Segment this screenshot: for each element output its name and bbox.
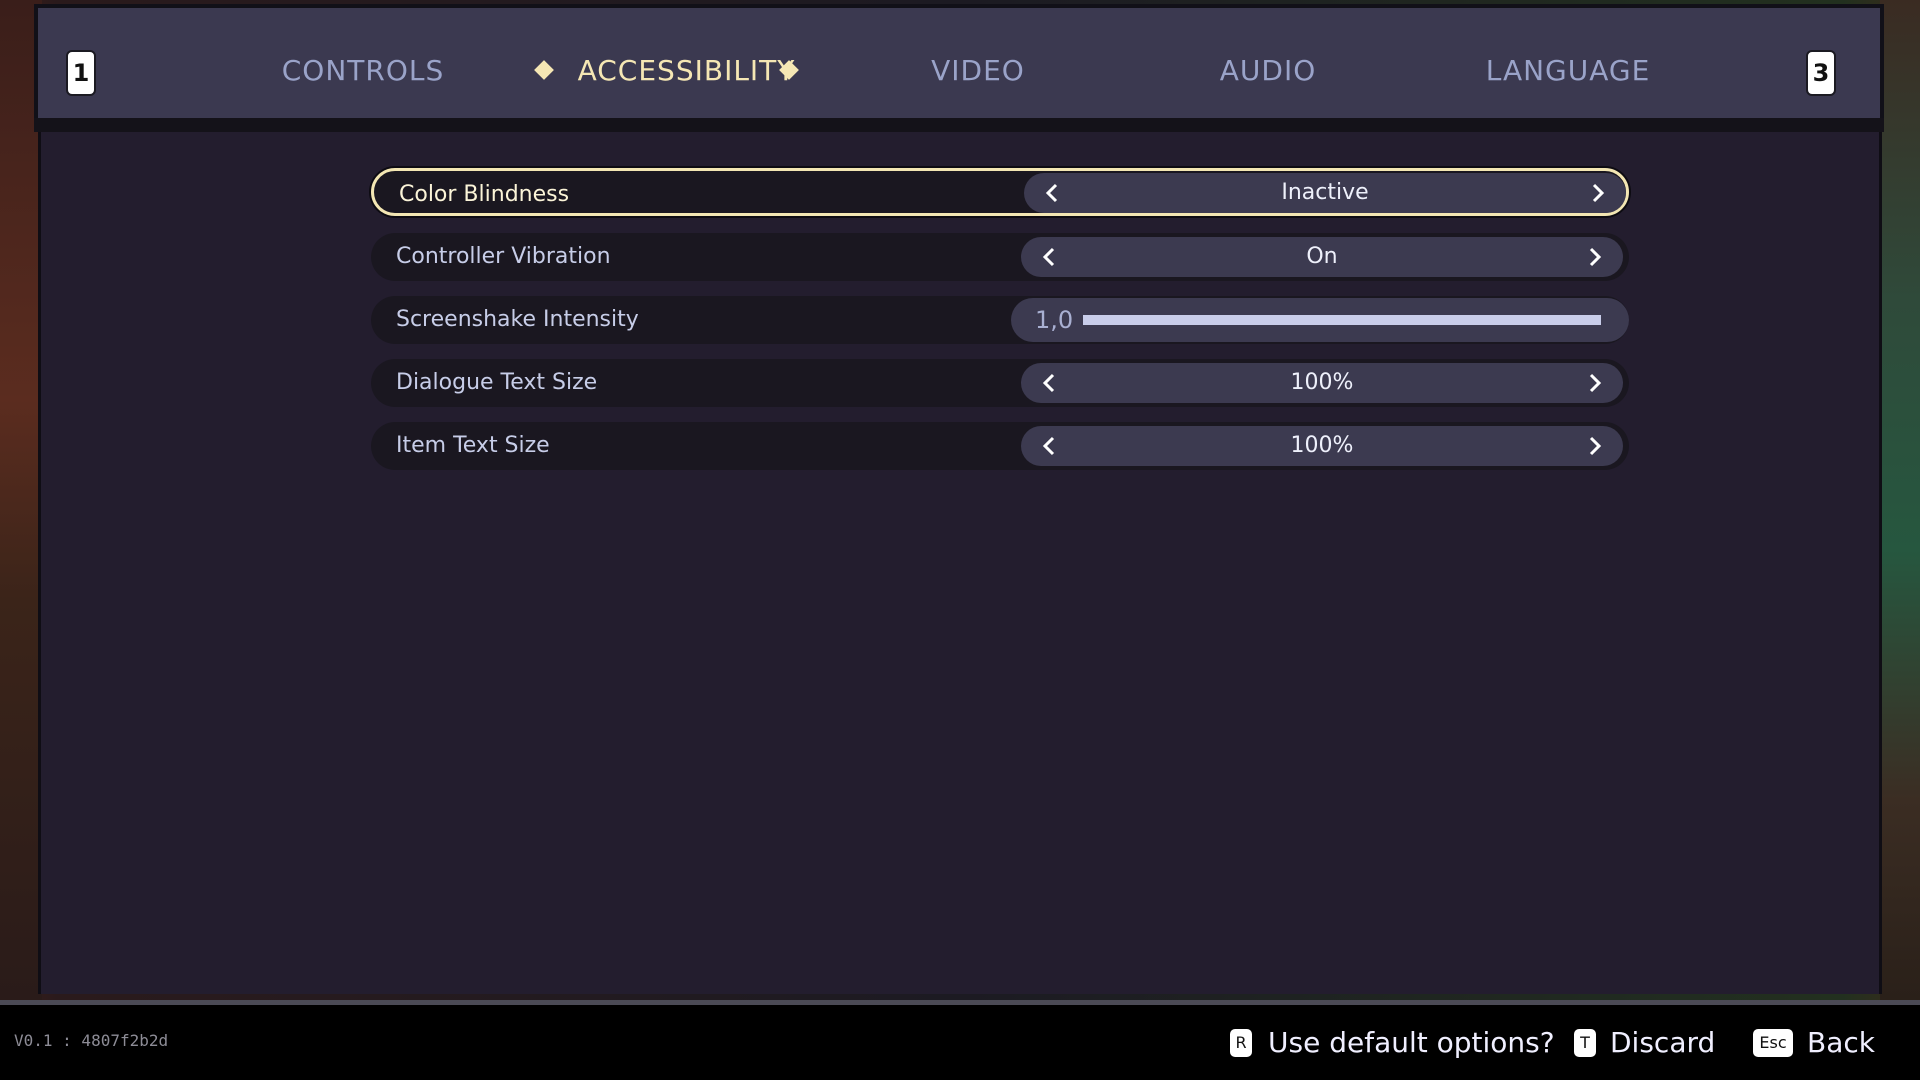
- key-esc-hint: Esc: [1753, 1029, 1793, 1057]
- settings-panel: Color Blindness Inactive Controller Vibr…: [38, 132, 1882, 994]
- setting-color-blindness[interactable]: Color Blindness Inactive: [371, 168, 1629, 216]
- setting-label: Dialogue Text Size: [396, 370, 598, 395]
- hint-label: Discard: [1610, 1026, 1716, 1059]
- setting-label: Item Text Size: [396, 433, 550, 458]
- tab-accessibility[interactable]: ACCESSIBILITY: [564, 48, 809, 94]
- slider-value: 1,0: [1035, 306, 1074, 334]
- footer-bar: V0.1 : 4807f2b2d R Use default options? …: [0, 1000, 1920, 1080]
- selector-value: 100%: [1290, 370, 1354, 395]
- chevron-right-icon[interactable]: [1578, 173, 1618, 213]
- use-default-options-button[interactable]: R Use default options?: [1230, 1025, 1555, 1065]
- background-scenery-left: [0, 0, 42, 1000]
- slider-track[interactable]: [1083, 315, 1601, 325]
- chevron-left-icon[interactable]: [1029, 363, 1069, 403]
- tab-audio[interactable]: AUDIO: [1208, 48, 1328, 94]
- back-button[interactable]: Esc Back: [1753, 1025, 1883, 1065]
- dialogue-text-size-selector[interactable]: 100%: [1021, 363, 1623, 403]
- chevron-left-icon[interactable]: [1029, 237, 1069, 277]
- controller-vibration-selector[interactable]: On: [1021, 237, 1623, 277]
- chevron-left-icon[interactable]: [1029, 426, 1069, 466]
- item-text-size-selector[interactable]: 100%: [1021, 426, 1623, 466]
- options-tab-bar: 1 CONTROLS ACCESSIBILITY VIDEO AUDIO LAN…: [34, 4, 1884, 122]
- color-blindness-selector[interactable]: Inactive: [1024, 173, 1626, 213]
- tab-language[interactable]: LANGUAGE: [1468, 48, 1668, 94]
- setting-item-text-size[interactable]: Item Text Size 100%: [371, 422, 1629, 470]
- slider-fill: [1083, 315, 1601, 325]
- tab-video[interactable]: VIDEO: [918, 48, 1038, 94]
- chevron-right-icon[interactable]: [1575, 363, 1615, 403]
- key-t-hint: T: [1574, 1029, 1596, 1057]
- setting-label: Screenshake Intensity: [396, 307, 639, 332]
- next-tab-key-hint[interactable]: 3: [1806, 50, 1836, 96]
- chevron-right-icon[interactable]: [1575, 426, 1615, 466]
- discard-button[interactable]: T Discard: [1574, 1025, 1716, 1065]
- game-options-screen: 1 CONTROLS ACCESSIBILITY VIDEO AUDIO LAN…: [0, 0, 1920, 1080]
- selector-value: Inactive: [1281, 180, 1369, 205]
- setting-label: Controller Vibration: [396, 244, 611, 269]
- diamond-icon: [534, 60, 554, 80]
- setting-label: Color Blindness: [399, 182, 570, 207]
- background-scenery-right: [1880, 0, 1920, 1000]
- header-divider: [34, 118, 1884, 132]
- chevron-left-icon[interactable]: [1032, 173, 1072, 213]
- hint-label: Back: [1807, 1026, 1875, 1059]
- setting-dialogue-text-size[interactable]: Dialogue Text Size 100%: [371, 359, 1629, 407]
- screenshake-slider[interactable]: 1,0: [1011, 298, 1629, 342]
- setting-screenshake-intensity[interactable]: Screenshake Intensity 1,0: [371, 296, 1629, 344]
- selector-value: 100%: [1290, 433, 1354, 458]
- hint-label: Use default options?: [1268, 1026, 1555, 1059]
- chevron-right-icon[interactable]: [1575, 237, 1615, 277]
- version-label: V0.1 : 4807f2b2d: [14, 1031, 169, 1050]
- selector-value: On: [1306, 244, 1338, 269]
- prev-tab-key-hint[interactable]: 1: [66, 50, 96, 96]
- setting-controller-vibration[interactable]: Controller Vibration On: [371, 233, 1629, 281]
- key-r-hint: R: [1230, 1029, 1252, 1057]
- tab-controls[interactable]: CONTROLS: [278, 48, 448, 94]
